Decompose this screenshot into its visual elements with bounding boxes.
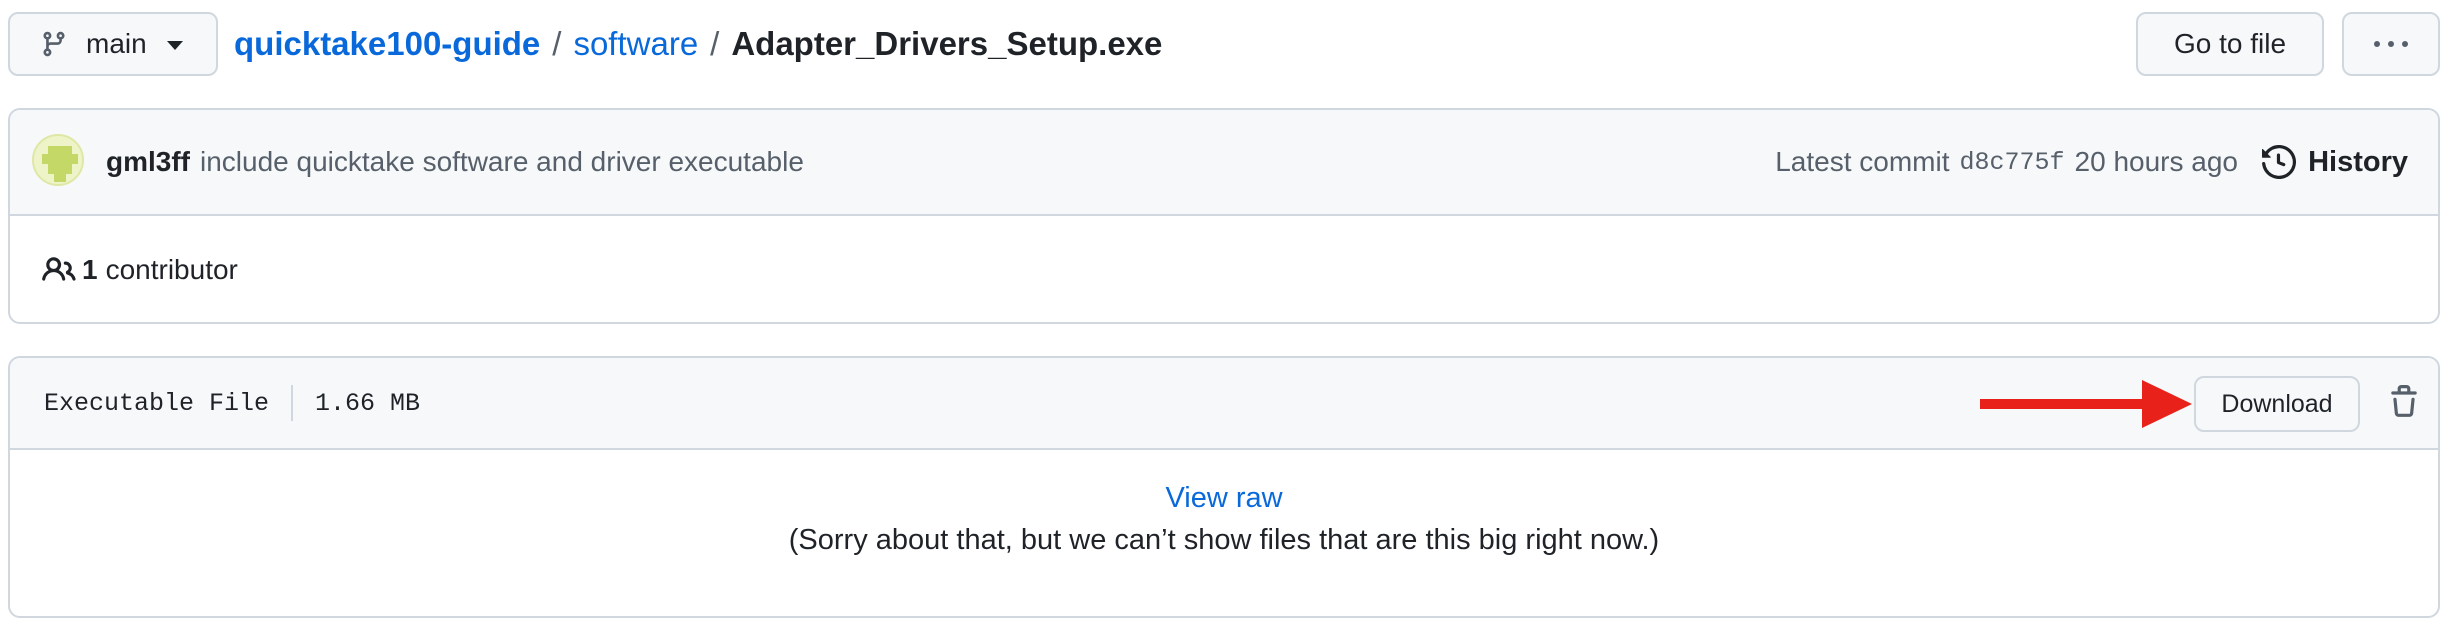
divider — [291, 385, 294, 421]
commit-meta: Latest commit d8c775f 20 hours ago — [1775, 110, 2238, 214]
commit-row: gml3ff include quicktake software and dr… — [10, 110, 2438, 216]
file-too-big-message: (Sorry about that, but we can’t show fil… — [788, 524, 1660, 556]
commit-message-link[interactable]: include quicktake software and driver ex… — [200, 146, 804, 178]
file-header: Executable File 1.66 MB Download — [10, 358, 2438, 450]
git-branch-icon — [40, 30, 68, 58]
latest-commit-label: Latest commit — [1775, 146, 1950, 177]
branch-label: main — [86, 28, 147, 59]
file-info: Executable File 1.66 MB — [44, 358, 420, 448]
view-raw-link: View raw — [10, 482, 2438, 515]
commit-summary: gml3ff include quicktake software and dr… — [106, 110, 804, 214]
view-raw-label[interactable]: View raw — [1165, 482, 1282, 514]
contributor-label: contributor — [105, 254, 238, 285]
breadcrumb-file-name: Adapter_Drivers_Setup.exe — [731, 25, 1163, 62]
breadcrumb-separator: / — [552, 25, 562, 62]
annotation-arrow-icon — [1980, 380, 2192, 428]
history-label: History — [2308, 145, 2408, 178]
people-icon — [42, 253, 76, 287]
commit-author-link[interactable]: gml3ff — [106, 146, 190, 178]
go-to-file-button[interactable]: Go to file — [2136, 12, 2324, 76]
more-options-button[interactable] — [2342, 12, 2440, 76]
chevron-down-icon — [166, 41, 183, 50]
latest-commit-box: gml3ff include quicktake software and dr… — [8, 108, 2440, 324]
breadcrumb: quicktake100-guide / software / Adapter_… — [234, 22, 1162, 66]
commit-time: 20 hours ago — [2074, 146, 2238, 177]
trash-icon[interactable] — [2384, 382, 2424, 422]
history-icon — [2262, 145, 2297, 179]
contributor-count: 1 — [82, 254, 98, 285]
file-viewer-box: Executable File 1.66 MB Download View ra… — [8, 356, 2440, 618]
contributors-row[interactable]: 1 contributor — [10, 216, 2438, 322]
history-link[interactable]: History — [2262, 110, 2408, 214]
avatar[interactable] — [32, 134, 84, 186]
breadcrumb-separator: / — [710, 25, 720, 62]
file-type: Executable File — [44, 388, 270, 418]
file-body: View raw (Sorry about that, but we can’t… — [10, 450, 2438, 616]
kebab-horizontal-icon — [2370, 41, 2412, 47]
branch-selector-button[interactable]: main — [8, 12, 218, 76]
download-button[interactable]: Download — [2194, 376, 2360, 432]
file-size: 1.66 MB — [315, 388, 421, 418]
breadcrumb-repo-link[interactable]: quicktake100-guide — [234, 25, 540, 63]
commit-sha-link[interactable]: d8c775f — [1960, 148, 2065, 177]
breadcrumb-directory-link[interactable]: software — [573, 25, 698, 63]
